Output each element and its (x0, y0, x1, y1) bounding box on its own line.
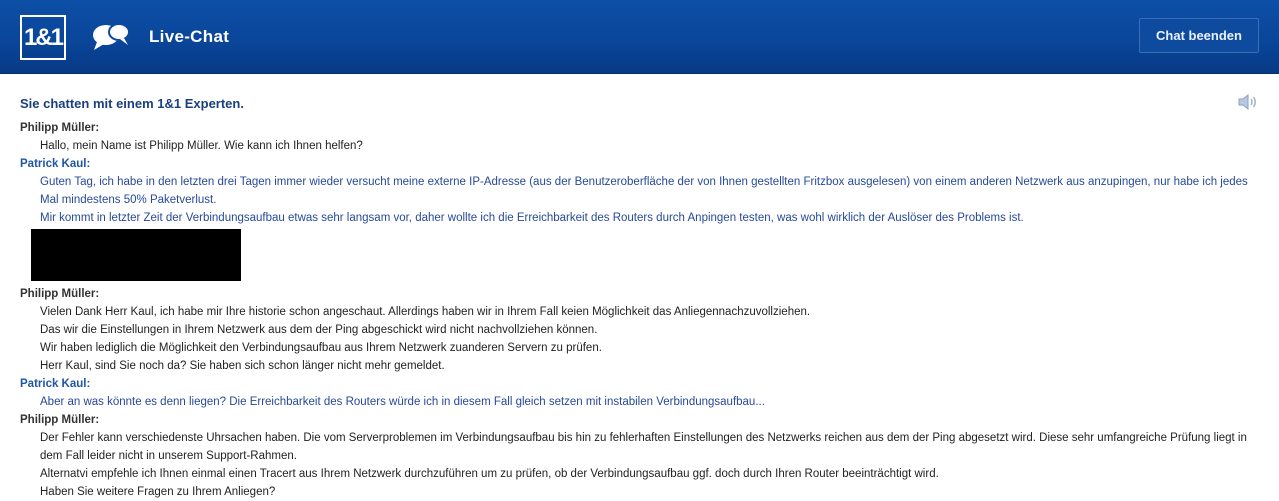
sender-name: Patrick Kaul: (20, 378, 91, 390)
sender-name: Patrick Kaul: (20, 158, 91, 170)
message-line: Haben Sie weitere Fragen zu Ihrem Anlieg… (40, 486, 276, 498)
chat-subheading: Sie chatten mit einem 1&1 Experten. (20, 96, 244, 111)
redacted-block (31, 229, 241, 281)
sender-name: Philipp Müller: (20, 414, 100, 426)
message-block: Philipp Müller: Hallo, mein Name ist Phi… (20, 119, 1265, 155)
message-line: Wir haben lediglich die Möglichkeit den … (40, 342, 602, 354)
chat-bubbles-icon (93, 23, 130, 50)
message-block: Philipp Müller: Der Fehler kann verschie… (20, 411, 1265, 501)
sender-name: Philipp Müller: (20, 288, 100, 300)
chat-header: 1&1 Live-Chat Chat beenden (0, 0, 1279, 74)
message-line: Der Fehler kann verschiedenste Uhrsachen… (40, 432, 1247, 462)
message-line: Herr Kaul, sind Sie noch da? Sie haben s… (40, 360, 445, 372)
message-line: Vielen Dank Herr Kaul, ich habe mir Ihre… (40, 306, 811, 318)
message-line: Guten Tag, ich habe in den letzten drei … (40, 176, 1248, 206)
message-line: Alternatvi empfehle ich Ihnen einmal ein… (40, 468, 939, 480)
message-line: Hallo, mein Name ist Philipp Müller. Wie… (40, 140, 363, 152)
message-block: Patrick Kaul: Aber an was könnte es denn… (20, 375, 1265, 411)
message-block: Philipp Müller: Vielen Dank Herr Kaul, i… (20, 285, 1265, 375)
message-line: Das wir die Einstellungen in Ihrem Netzw… (40, 324, 598, 336)
end-chat-button[interactable]: Chat beenden (1139, 18, 1259, 53)
message-block: Patrick Kaul: Guten Tag, ich habe in den… (20, 155, 1265, 281)
message-line: Aber an was könnte es denn liegen? Die E… (40, 396, 765, 408)
chat-transcript: Philipp Müller: Hallo, mein Name ist Phi… (20, 119, 1265, 501)
page-title: Live-Chat (149, 27, 230, 46)
sender-name: Philipp Müller: (20, 122, 100, 134)
brand-logo: 1&1 (20, 15, 66, 60)
message-line: Mir kommt in letzter Zeit der Verbindung… (40, 212, 1024, 224)
speaker-icon[interactable] (1237, 93, 1260, 111)
